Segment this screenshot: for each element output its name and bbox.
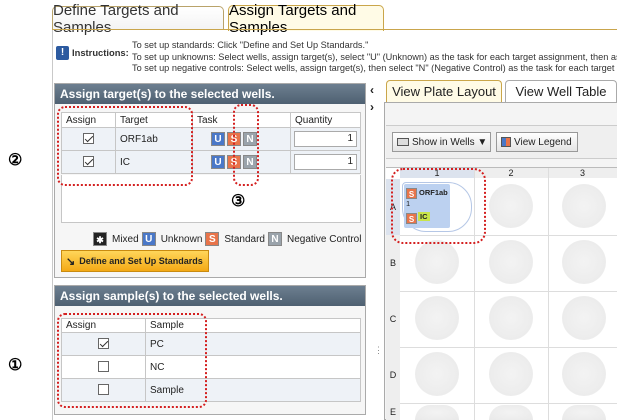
- row-header-c: C: [386, 291, 400, 347]
- grid-line: [548, 168, 549, 420]
- targets-panel-title: Assign target(s) to the selected wells.: [55, 84, 365, 104]
- well-c3[interactable]: [562, 296, 606, 340]
- annotation-2: ②: [8, 152, 23, 169]
- grid-line: [400, 347, 617, 348]
- standard-icon: S: [205, 232, 220, 246]
- legend-label: Mixed: [112, 233, 139, 245]
- instruction-line: To set up unknowns: Select wells, assign…: [132, 51, 617, 62]
- well-b1[interactable]: [415, 240, 459, 284]
- define-standards-button[interactable]: ↘ Define and Set Up Standards: [61, 250, 209, 272]
- tab-define-targets[interactable]: Define Targets and Samples: [52, 2, 224, 36]
- show-in-wells-label: Show in Wells ▼: [412, 136, 488, 148]
- instructions-label: Instructions:: [72, 47, 129, 58]
- well-d3[interactable]: [562, 352, 606, 396]
- annotation-3: ③: [231, 193, 246, 210]
- instructions-text: To set up standards: Click "Define and S…: [132, 40, 617, 75]
- legend-icon: [501, 137, 511, 147]
- grid-line: [400, 403, 617, 404]
- legend-label: Negative Control: [286, 233, 362, 245]
- collapse-left-icon[interactable]: ‹: [370, 83, 374, 97]
- task-unknown-button[interactable]: U: [211, 132, 225, 146]
- highlight-samples: [57, 313, 207, 408]
- highlight-well-a1: [391, 168, 486, 244]
- tab-assign-targets[interactable]: Assign Targets and Samples: [228, 2, 384, 36]
- standards-curve-icon: ↘: [66, 255, 76, 268]
- splitter-handle[interactable]: ⋮: [374, 345, 383, 356]
- instruction-line: To set up negative controls: Select well…: [132, 63, 617, 73]
- negative-control-icon: N: [267, 232, 282, 246]
- row-header-d: D: [386, 347, 400, 403]
- highlight-task: [233, 104, 259, 186]
- well-c1[interactable]: [415, 296, 459, 340]
- view-legend-label: View Legend: [514, 136, 572, 148]
- quantity-input[interactable]: 1: [294, 154, 357, 170]
- well-a2[interactable]: [489, 184, 533, 228]
- well-a3[interactable]: [562, 184, 606, 228]
- define-standards-label: Define and Set Up Standards: [79, 256, 203, 266]
- well-b2[interactable]: [489, 240, 533, 284]
- col-quantity: Quantity: [290, 112, 361, 128]
- well-e2[interactable]: [489, 405, 533, 420]
- quantity-input[interactable]: 1: [294, 131, 357, 147]
- well-d2[interactable]: [489, 352, 533, 396]
- show-in-wells-button[interactable]: Show in Wells ▼: [392, 132, 491, 152]
- tab-view-plate-layout[interactable]: View Plate Layout: [386, 80, 502, 102]
- well-e3[interactable]: [562, 405, 606, 420]
- task-unknown-button[interactable]: U: [211, 155, 225, 169]
- well-d1[interactable]: [415, 352, 459, 396]
- row-header-e: E: [386, 403, 400, 420]
- legend-label: Unknown: [160, 233, 203, 245]
- collapse-right-icon[interactable]: ›: [370, 100, 374, 114]
- mixed-icon: ✱: [93, 232, 107, 246]
- instruction-line: To set up standards: Click "Define and S…: [132, 40, 369, 50]
- well-e1[interactable]: [415, 405, 459, 420]
- samples-panel-title: Assign sample(s) to the selected wells.: [55, 286, 365, 306]
- well-b3[interactable]: [562, 240, 606, 284]
- wells-icon: [397, 138, 409, 146]
- grid-line: [400, 291, 617, 292]
- col-header-3: 3: [548, 168, 617, 178]
- unknown-icon: U: [141, 232, 156, 246]
- task-legend: ✱ Mixed U Unknown S Standard N Negative Cont…: [93, 232, 361, 246]
- tab-view-well-table[interactable]: View Well Table: [505, 80, 617, 102]
- info-icon: !: [56, 46, 69, 60]
- legend-label: Standard: [224, 233, 265, 245]
- row-header-b: B: [386, 235, 400, 291]
- annotation-1: ①: [8, 357, 23, 374]
- highlight-targets: [57, 106, 193, 186]
- well-c2[interactable]: [489, 296, 533, 340]
- view-legend-button[interactable]: View Legend: [496, 132, 578, 152]
